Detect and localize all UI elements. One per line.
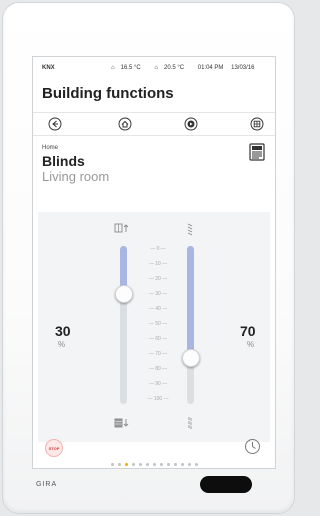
page-dot[interactable] <box>180 463 184 466</box>
grid-button[interactable] <box>249 116 265 132</box>
play-button[interactable] <box>183 116 199 132</box>
indoor-temp-value: 20.5 °C <box>164 65 185 71</box>
clock-time: 01:04 PM <box>197 65 224 71</box>
page-dot[interactable] <box>187 463 191 466</box>
indoor-temp-icon: ⌂ <box>154 65 158 71</box>
document-button[interactable] <box>249 143 265 161</box>
status-bar: KNX ⌂ 16.5 °C ⌂ 20.5 °C 01:04 PM 13/03/16 <box>33 57 275 77</box>
room-name: Living room <box>42 169 110 184</box>
scale-tick: — 100 — <box>147 396 169 402</box>
scale-tick: — 50 — <box>148 321 168 327</box>
status-values: ⌂ 16.5 °C ⌂ 20.5 °C 01:04 PM 13/03/16 <box>111 65 260 71</box>
slat-position-slider[interactable] <box>187 246 194 404</box>
scale-tick: — 0 — <box>150 246 166 252</box>
blind-down-icon[interactable] <box>114 418 130 428</box>
blind-position-knob[interactable] <box>115 285 133 304</box>
bus-label: KNX <box>42 65 55 71</box>
scale-tick: — 70 — <box>148 351 168 357</box>
grid-icon <box>250 117 264 131</box>
slat-position-fill <box>187 246 194 357</box>
page-dot[interactable] <box>110 463 114 466</box>
page-dot[interactable] <box>194 463 198 466</box>
slat-open-icon[interactable] <box>186 222 194 236</box>
outdoor-temp-value: 16.5 °C <box>120 65 141 71</box>
page-dot[interactable] <box>131 463 135 466</box>
home-icon <box>118 117 132 131</box>
slat-position-knob[interactable] <box>182 348 200 367</box>
breadcrumb[interactable]: Home <box>42 145 58 151</box>
outdoor-temp-icon: ⌂ <box>111 65 115 71</box>
page-dot[interactable] <box>152 463 156 466</box>
page-dot[interactable] <box>117 463 121 466</box>
document-icon <box>249 143 265 161</box>
back-button[interactable] <box>47 116 63 132</box>
back-icon <box>48 117 62 131</box>
nav-bar <box>33 112 275 136</box>
stop-label: STOP <box>48 445 60 451</box>
slat-position-value: 70 <box>240 323 256 339</box>
blinds-control-panel: 30 % 70 % — 0 — — 10 — — 20 — — 30 — — 40 — —… <box>38 212 270 442</box>
proximity-sensor <box>200 476 252 493</box>
outdoor-temp: ⌂ 16.5 °C <box>111 65 148 71</box>
page-indicator <box>33 453 275 466</box>
page-title: Blinds <box>42 153 85 169</box>
scale-tick: — 80 — <box>148 366 168 372</box>
scale-tick: — 30 — <box>148 291 168 297</box>
blind-position-slider[interactable] <box>120 246 127 404</box>
page-dot[interactable] <box>173 463 177 466</box>
page-dot[interactable] <box>166 463 170 466</box>
brand-logo: GIRA <box>36 481 58 488</box>
blind-up-icon[interactable] <box>114 223 130 233</box>
scale-tick: — 20 — <box>148 276 168 282</box>
page-dot[interactable] <box>145 463 149 466</box>
blind-position-value: 30 <box>55 323 71 339</box>
page-dot[interactable] <box>159 463 163 466</box>
page-dot[interactable] <box>124 463 128 466</box>
home-button[interactable] <box>117 116 133 132</box>
play-icon <box>184 117 198 131</box>
blind-position-unit: % <box>58 340 66 349</box>
slat-closed-icon[interactable] <box>186 416 194 430</box>
slat-position-unit: % <box>247 340 255 349</box>
gira-device: KNX ⌂ 16.5 °C ⌂ 20.5 °C 01:04 PM 13/03/16 … <box>3 3 294 513</box>
scale-tick: — 10 — <box>148 261 168 267</box>
indoor-temp: ⌂ 20.5 °C <box>154 65 191 71</box>
screen: KNX ⌂ 16.5 °C ⌂ 20.5 °C 01:04 PM 13/03/16 … <box>32 56 276 469</box>
page-dot[interactable] <box>138 463 142 466</box>
scale-tick: — 90 — <box>148 381 168 387</box>
app-title: Building functions <box>42 85 174 102</box>
scale-tick: — 40 — <box>148 306 168 312</box>
clock-date: 13/03/16 <box>231 65 255 71</box>
scale-tick: — 60 — <box>148 336 168 342</box>
